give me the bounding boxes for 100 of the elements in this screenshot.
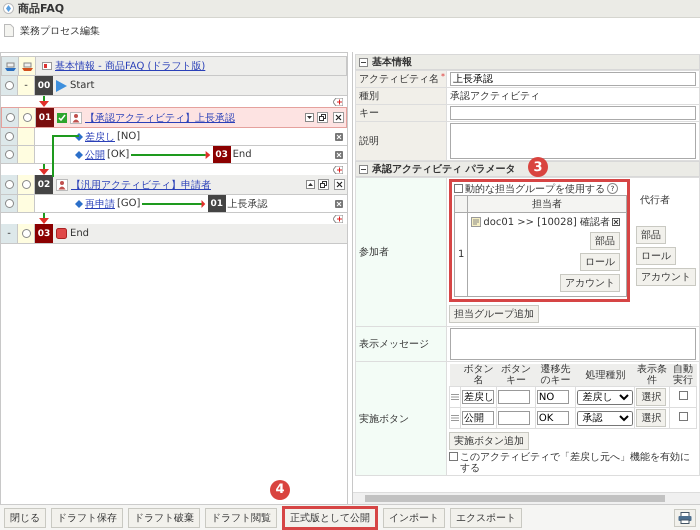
info-card-icon [42,62,52,70]
diamond-icon [75,150,83,158]
radio-button[interactable] [22,229,30,238]
collapse-icon[interactable] [359,58,368,66]
select-button[interactable]: 部品 [636,226,666,244]
checkbox-label: 動的な担当グループを使用する [465,182,605,196]
close-button[interactable] [334,179,345,190]
toolbar-button[interactable]: ドラフト閲覧 [205,508,277,528]
layers-icon[interactable] [4,62,16,70]
radio-button[interactable] [4,132,14,141]
type-dropdown[interactable]: 承認 [577,410,634,426]
collapse-icon[interactable] [359,164,368,174]
checkbox-label: このアクティビティで「差戻し元へ」機能を有効にする [460,452,691,474]
toolbar-button[interactable]: ドラフト保存 [51,508,123,528]
step-number: 01 [208,195,226,212]
toolbar-button[interactable]: 正式版として公開 [282,506,378,530]
button-key-field[interactable] [498,390,530,404]
add-step-icon[interactable] [333,166,343,174]
select-button[interactable]: 部品 [590,232,620,250]
play-icon [56,80,67,92]
select-button[interactable]: ロール [636,247,676,265]
activity-link[interactable]: 【承認アクティビティ】上長承認 [85,110,235,124]
type-dropdown[interactable]: 差戻し [577,390,634,404]
column-header: 代行者 [640,194,670,207]
transition-link[interactable]: 再申請 [85,196,115,210]
text-field[interactable]: 上長承認 [450,72,696,86]
drag-handle-icon[interactable] [451,415,459,421]
section-title: 承認アクティビティ パラメータ [372,162,516,176]
toolbar-button[interactable]: インポート [383,508,445,528]
section-title: 基本情報 [372,56,412,69]
print-button[interactable] [674,508,696,526]
message-field[interactable] [450,328,696,360]
text-field[interactable] [450,106,696,120]
radio-button[interactable] [22,180,30,189]
condition-button[interactable]: 選択 [636,409,666,427]
select-button[interactable]: ロール [580,253,620,271]
field-label: 参加者 [359,247,389,258]
transition-link[interactable]: 差戻し [85,130,115,144]
remove-icon[interactable] [612,218,620,226]
column-header: 担当者 [468,196,626,212]
button-name-field[interactable]: 公開 [462,411,494,425]
toolbar-button[interactable]: 閉じる [4,508,46,528]
field-label: 種別 [359,91,379,102]
page-title: 業務プロセス編集 [20,24,100,38]
toolbar-button[interactable]: ドラフト破棄 [128,508,200,528]
field-label: アクティビティ名 [359,74,439,85]
add-group-button[interactable]: 担当グループ追加 [449,305,539,323]
radio-button[interactable] [4,180,14,189]
select-button[interactable]: アカウント [560,274,620,292]
required-mark: * [441,72,445,81]
description-field[interactable] [450,123,696,159]
radio-button[interactable] [4,150,14,159]
activity-link[interactable]: 【汎用アクティビティ】申請者 [71,178,211,192]
layers-icon[interactable] [22,62,32,70]
toolbar-button[interactable]: エクスポート [450,508,522,528]
transition-link[interactable]: 公開 [85,148,105,162]
field-label: キー [359,108,379,119]
copy-button[interactable] [318,179,329,190]
drag-handle-icon[interactable] [451,394,459,400]
radio-button[interactable] [4,81,14,90]
add-step-icon[interactable] [333,214,343,222]
radio-button[interactable] [4,199,14,208]
target-key-field[interactable]: NO [536,390,569,404]
collapse-up-icon[interactable] [306,180,315,189]
stop-icon [56,228,67,239]
expand-down-icon[interactable] [305,113,314,122]
button-key-field[interactable] [498,411,530,425]
target-key-field[interactable]: OK [536,411,569,425]
checkbox[interactable] [454,184,463,193]
transition-key: [GO] [117,198,140,209]
field-label: 実施ボタン [359,414,409,424]
type-value: 承認アクティビティ [450,91,540,102]
horizontal-scrollbar[interactable] [353,492,700,504]
close-button[interactable] [333,112,344,123]
user-card-icon [471,217,482,227]
step-title: End [70,228,90,239]
radio-button[interactable] [6,113,14,122]
checkbox[interactable] [449,452,458,461]
button-name-field[interactable]: 差戻し [462,390,494,404]
column-header: ボタン名 [460,364,497,386]
step-number: 02 [35,175,53,194]
field-label: 表示メッセージ [359,339,429,350]
down-arrow-icon [39,96,49,107]
step-number: 01 [36,108,54,127]
copy-button[interactable] [317,112,328,123]
target-title: End [232,149,252,160]
row-number: 1 [458,249,464,260]
target-title: 上長承認 [228,198,268,210]
select-button[interactable]: アカウント [636,268,696,286]
checkbox[interactable] [678,412,688,421]
checkbox[interactable] [678,391,688,400]
diamond-icon [75,132,83,140]
add-action-button[interactable]: 実施ボタン追加 [449,432,529,450]
radio-button[interactable] [22,113,32,122]
connector-line [51,135,79,177]
add-step-icon[interactable] [333,98,343,106]
dash-text: - [7,228,11,239]
condition-button[interactable]: 選択 [636,388,666,406]
down-arrow-icon [39,213,49,224]
field-label: 説明 [359,136,379,147]
